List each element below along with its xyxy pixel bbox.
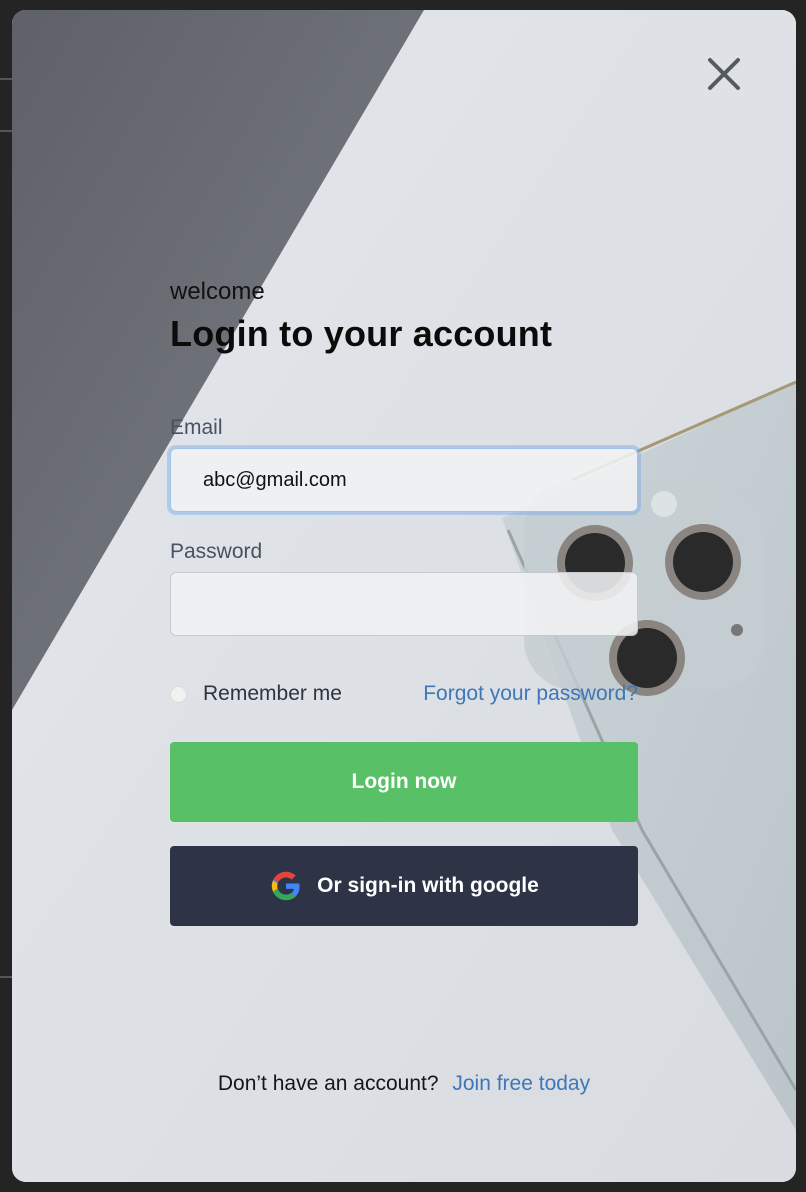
password-field[interactable] bbox=[170, 572, 638, 636]
signup-prompt: Don’t have an account? Join free today bbox=[170, 1072, 638, 1096]
signup-prompt-text: Don’t have an account? bbox=[217, 1072, 439, 1095]
remember-me-checkbox[interactable]: Remember me bbox=[170, 682, 342, 706]
close-icon bbox=[708, 58, 740, 90]
login-button[interactable]: Login now bbox=[170, 742, 638, 822]
google-signin-label: Or sign-in with google bbox=[317, 874, 539, 897]
remember-me-radio[interactable] bbox=[170, 685, 187, 703]
welcome-text: welcome bbox=[170, 278, 265, 305]
login-modal: welcome Login to your account Email Pass… bbox=[12, 10, 796, 1182]
google-signin-button[interactable]: Or sign-in with google bbox=[170, 846, 638, 926]
forgot-password-link[interactable]: Forgot your password? bbox=[423, 682, 638, 706]
remember-me-label: Remember me bbox=[203, 682, 342, 705]
close-button[interactable] bbox=[700, 50, 748, 98]
email-field[interactable] bbox=[170, 448, 638, 512]
page-title: Login to your account bbox=[170, 313, 553, 354]
join-free-link[interactable]: Join free today bbox=[452, 1072, 590, 1095]
password-label: Password bbox=[170, 540, 263, 563]
email-label: Email bbox=[170, 416, 223, 439]
google-g-icon bbox=[272, 871, 301, 901]
login-button-label: Login now bbox=[351, 770, 457, 793]
login-form: welcome Login to your account Email Pass… bbox=[170, 278, 638, 1095]
